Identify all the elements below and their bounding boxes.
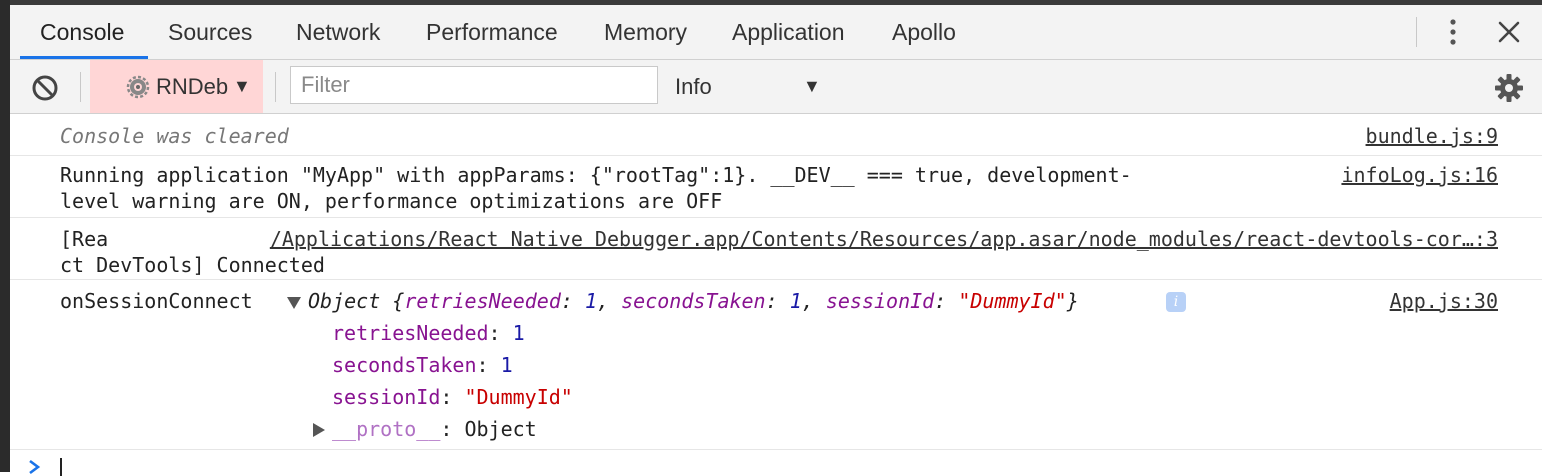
tab-console[interactable]: Console	[40, 5, 124, 59]
gear-icon[interactable]	[1493, 72, 1525, 104]
tab-application[interactable]: Application	[732, 5, 845, 59]
summary-key: secondsTaken	[621, 289, 766, 313]
console-message: Console was cleared bundle.js:9	[10, 114, 1542, 156]
console-output: Console was cleared bundle.js:9 Running …	[10, 114, 1542, 476]
summary-value: "DummyId"	[958, 289, 1067, 313]
summary-key: sessionId	[825, 289, 935, 313]
tab-apollo[interactable]: Apollo	[892, 5, 956, 59]
source-link[interactable]: infoLog.js:16	[1341, 162, 1498, 188]
property-value: "DummyId"	[464, 385, 573, 409]
tab-sources[interactable]: Sources	[168, 5, 252, 59]
summary-value: 1	[584, 289, 598, 313]
object-property[interactable]: __proto__: Object	[332, 416, 537, 442]
tab-bar: Console Sources Network Performance Memo…	[10, 5, 1542, 60]
filter-input[interactable]	[290, 66, 658, 104]
object-property: secondsTaken: 1	[332, 353, 513, 377]
console-input-cursor[interactable]	[60, 458, 62, 476]
console-toolbar: RNDeb ▼ Info ▼	[10, 60, 1542, 114]
message-label: onSessionConnect	[60, 289, 253, 313]
clear-console-icon[interactable]	[30, 73, 60, 103]
tab-divider	[1416, 17, 1417, 47]
close-icon[interactable]	[1494, 17, 1524, 47]
chevron-down-icon: ▼	[233, 76, 251, 96]
property-key: secondsTaken	[332, 353, 477, 377]
tab-network[interactable]: Network	[296, 5, 380, 59]
toolbar-divider	[275, 72, 276, 102]
console-message: onSessionConnect Object {retriesNeeded: …	[10, 280, 1542, 450]
property-value: 1	[512, 321, 525, 345]
console-message: Running application "MyApp" with appPara…	[10, 156, 1542, 218]
log-level-select[interactable]: Info	[675, 60, 712, 113]
object-summary-suffix: }	[1066, 289, 1079, 313]
summary-key: retriesNeeded	[404, 289, 561, 313]
proto-key: __proto__	[332, 417, 441, 441]
property-key: retriesNeeded	[332, 321, 489, 345]
summary-value: 1	[789, 289, 802, 313]
console-message: [Rea ct DevTools] Connected /Application…	[10, 218, 1542, 280]
tab-memory[interactable]: Memory	[604, 5, 687, 59]
object-summary-prefix: Object {	[308, 289, 405, 313]
chevron-down-icon[interactable]: ▼	[803, 60, 821, 113]
more-options-icon[interactable]	[1438, 17, 1468, 47]
object-property: sessionId: "DummyId"	[332, 385, 573, 409]
active-tab-indicator	[20, 56, 148, 59]
info-icon[interactable]: i	[1166, 292, 1186, 312]
execution-context-label: RNDeb	[156, 74, 229, 99]
property-value: 1	[500, 353, 513, 377]
message-text: Console was cleared	[60, 124, 289, 148]
execution-context-select[interactable]: RNDeb ▼	[90, 60, 263, 113]
source-link[interactable]: /Applications/React Native Debugger.app/…	[270, 226, 1498, 252]
message-text: ct DevTools] Connected	[60, 253, 325, 277]
message-text: Running application "MyApp" with appPara…	[60, 163, 1132, 187]
expand-triangle-icon[interactable]	[286, 296, 302, 310]
proto-value: Object	[464, 417, 537, 441]
object-summary[interactable]: Object {retriesNeeded: 1, secondsTaken: …	[308, 288, 1079, 314]
property-key: sessionId	[332, 385, 441, 409]
toolbar-divider	[80, 72, 81, 102]
source-link[interactable]: App.js:30	[1390, 288, 1498, 314]
console-prompt-icon	[29, 459, 41, 475]
source-link[interactable]: bundle.js:9	[1366, 123, 1498, 149]
message-text: [Rea	[60, 227, 109, 251]
tab-performance[interactable]: Performance	[426, 5, 558, 59]
devtools-panel: Console Sources Network Performance Memo…	[10, 5, 1542, 476]
devtools-window: Console Sources Network Performance Memo…	[0, 0, 1542, 476]
object-property: retriesNeeded: 1	[332, 321, 525, 345]
collapse-triangle-icon[interactable]	[312, 422, 326, 438]
message-text: level warning are ON, performance optimi…	[60, 189, 723, 213]
window-left-edge	[0, 0, 10, 472]
react-native-gear-icon	[126, 75, 150, 99]
